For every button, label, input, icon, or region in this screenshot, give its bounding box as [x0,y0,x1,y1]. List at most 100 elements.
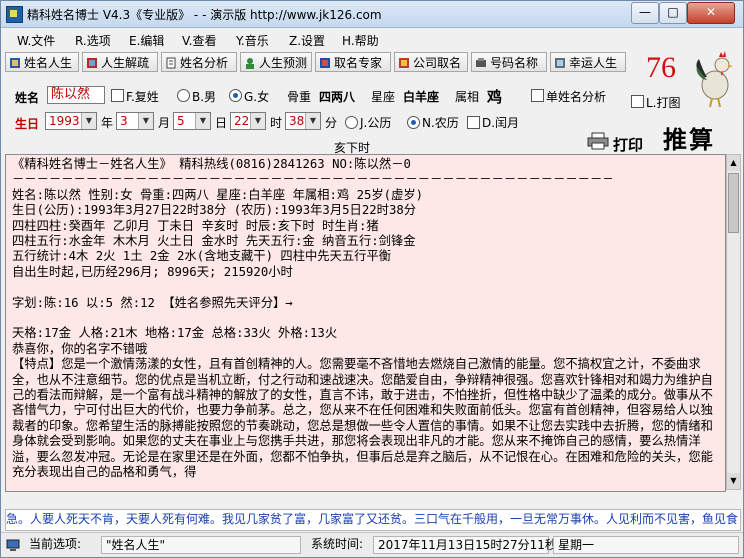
result-line: 五行统计:4木 2火 1土 2金 2水(含地支藏干) 四柱中先天五行平衡 [12,249,392,264]
book-icon [320,58,330,68]
current-option-value: "姓名人生" [101,536,301,554]
maximize-button[interactable]: □ [659,2,687,24]
title-bar: 精科姓名博士 V4.3《专业版》 - - 演示版 http://www.jk12… [1,1,743,28]
zodiac-value: 白羊座 [403,90,440,104]
toolbar-life-prediction[interactable]: 人生预测 [240,52,312,72]
weekday-label: 星期一 [553,536,739,554]
lunar-calendar-label: N.农历 [422,116,459,130]
scroll-thumb[interactable] [728,173,739,233]
chevron-down-icon: ▼ [195,113,210,129]
rooster-image [696,51,733,108]
computer-icon [6,539,20,551]
bone-weight-label: 骨重 [287,90,312,104]
toolbar-label: 姓名人生 [24,56,73,70]
close-button[interactable]: ✕ [687,2,735,24]
menu-file[interactable]: W.文件 [17,32,55,49]
hour-unit: 时 [270,116,283,130]
menu-settings[interactable]: Z.设置 [289,32,325,49]
name-label: 姓名 [15,91,40,105]
birth-year-select[interactable]: 1993 ▼ [45,112,97,130]
bone-weight-value: 四两八 [319,90,356,104]
book-icon [555,58,565,68]
minimize-button[interactable]: — [631,2,659,24]
chevron-down-icon: ▼ [81,113,96,129]
birth-minute-select[interactable]: 38 ▼ [285,112,321,130]
animal-value: 鸡 [487,88,503,106]
leap-month-label: D.闰月 [482,116,520,130]
menu-options[interactable]: R.选项 [75,32,111,49]
birth-hour-select[interactable]: 22 ▼ [230,112,266,130]
app-icon [6,6,23,23]
printer-icon[interactable] [587,132,609,150]
minute-unit: 分 [325,116,338,130]
result-paragraph: 【特点】您是一个激情荡漾的女性，且有首创精神的人。您需要毫不吝惜地去燃烧自己激情… [12,357,713,480]
print-button[interactable]: 打印 [613,134,643,155]
toolbar-number-name[interactable]: 号码名称 [471,52,547,72]
single-name-analysis-checkbox[interactable] [531,89,544,102]
birth-day-select[interactable]: 5 ▼ [173,112,211,130]
name-score: 76 [646,51,676,84]
toolbar-label: 姓名分析 [180,56,229,70]
phone-icon [476,58,486,67]
result-line: 天格:17金 人格:21木 地格:17金 总格:33火 外格:13火 [12,326,338,341]
toolbar-lucky-life[interactable]: 幸运人生 [550,52,626,72]
name-input[interactable]: 陈以然 [47,86,105,104]
lunar-calendar-radio[interactable] [407,116,420,129]
result-line [12,311,720,326]
leap-month-checkbox[interactable] [467,116,480,129]
toolbar-company-naming[interactable]: 公司取名 [394,52,468,72]
gender-male-label: B.男 [192,90,217,104]
menu-edit[interactable]: E.编辑 [129,32,164,49]
toolbar-label: 人生解疏 [101,56,150,70]
system-time-label: 系统时间: [311,537,364,551]
calculate-button[interactable]: 推算 [663,120,715,155]
status-bar: 当前选项: "姓名人生" 系统时间: 2017年11月13日15时27分11秒 … [1,532,743,557]
book-icon [87,58,97,68]
toolbar-name-life[interactable]: 姓名人生 [5,52,79,72]
toolbar-label: 人生预测 [259,56,308,70]
birth-year-value: 1993 [49,114,80,128]
result-line: 姓名:陈以然 性别:女 骨重:四两八 星座:白羊座 年属相:鸡 25岁(虚岁) [12,187,424,202]
result-scrollbar[interactable]: ▲ ▼ [726,154,741,490]
solar-calendar-radio[interactable] [345,116,358,129]
single-name-analysis-label: 单姓名分析 [546,90,607,104]
scroll-down-icon[interactable]: ▼ [727,473,740,489]
birth-day-value: 5 [177,114,185,128]
toolbar-name-analysis[interactable]: 姓名分析 [161,52,237,72]
result-line: 生日(公历):1993年3月27日22时38分 (农历):1993年3月5日22… [12,203,417,218]
print-chart-checkbox[interactable] [631,95,644,108]
gender-female-radio[interactable] [229,89,242,102]
app-window: 精科姓名博士 V4.3《专业版》 - - 演示版 http://www.jk12… [0,0,744,558]
result-text-area[interactable]: 《精科姓名博士－姓名人生》 精科热线(0816)2841263 NO:陈以然－0… [5,154,726,492]
year-unit: 年 [101,116,114,130]
book-icon [399,58,409,68]
toolbar-naming-expert[interactable]: 取名专家 [315,52,391,72]
birth-month-select[interactable]: 3 ▼ [116,112,154,130]
menu-music[interactable]: Y.音乐 [236,32,269,49]
scroll-up-icon[interactable]: ▲ [727,155,740,171]
toolbar-label: 幸运人生 [569,56,618,70]
system-time-value: 2017年11月13日15时27分11秒 [373,536,557,554]
birth-minute-value: 38 [289,114,305,128]
menu-bar: W.文件 R.选项 E.编辑 V.查看 Y.音乐 Z.设置 H.帮助 [1,28,743,50]
menu-view[interactable]: V.查看 [182,32,216,49]
birthday-label: 生日 [15,117,40,131]
person-icon [246,58,254,69]
birth-month-value: 3 [120,114,128,128]
result-line [12,280,720,295]
result-line: 恭喜你，你的名字不错哦 [12,341,148,356]
toolbar-life-explain[interactable]: 人生解疏 [82,52,158,72]
chevron-down-icon: ▼ [138,113,153,129]
gender-female-label: G.女 [244,90,270,104]
month-unit: 月 [158,116,171,130]
gender-male-radio[interactable] [177,89,190,102]
result-line: 四柱四柱:癸酉年 乙卯月 丁未日 辛亥时 时辰:亥下时 时生肖:猪 [12,218,379,233]
result-content: 《精科姓名博士－姓名人生》 精科热线(0816)2841263 NO:陈以然－0… [12,157,720,481]
chevron-down-icon: ▼ [305,113,320,129]
result-line: 《精科姓名博士－姓名人生》 精科热线(0816)2841263 NO:陈以然－0 [12,157,411,171]
menu-help[interactable]: H.帮助 [342,32,379,49]
current-option-label: 当前选项: [29,537,82,551]
result-line: 字划:陈:16 以:5 然:12 【姓名参照先天评分】→ [12,295,293,310]
compound-surname-checkbox[interactable] [111,89,124,102]
toolbar-label: 取名专家 [334,56,383,70]
